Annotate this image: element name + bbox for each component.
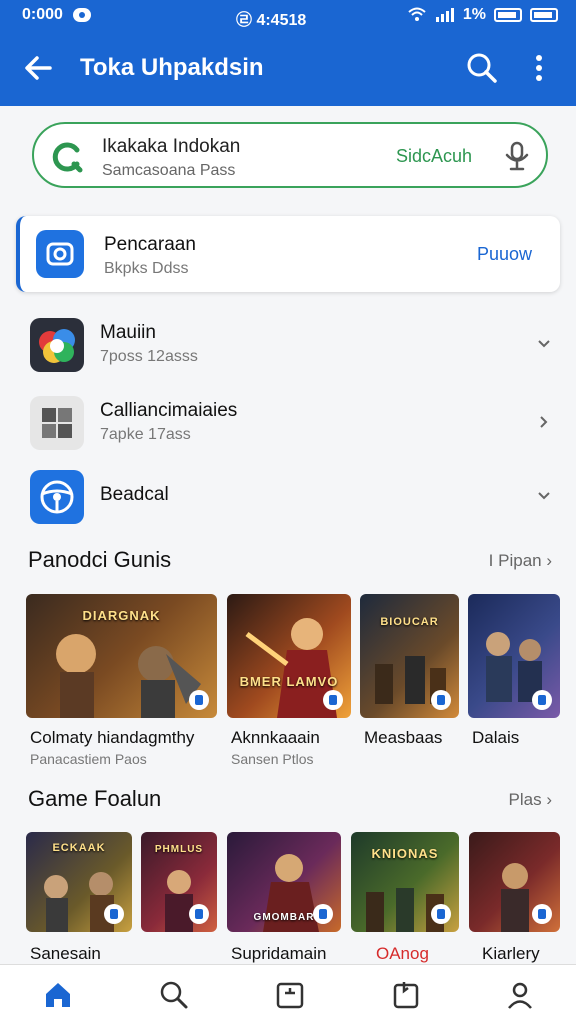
library-icon[interactable]: [274, 979, 306, 1011]
list-item-title: Calliancimaiaies: [100, 400, 238, 421]
page-title: Toka Uhpakdsin: [80, 54, 264, 81]
game-tile[interactable]: BIOUCAR: [360, 594, 459, 718]
section-title: Panodci Gunis: [28, 547, 172, 572]
game-tile[interactable]: ECKAAK: [26, 832, 132, 932]
game-tile-caption: BMER LAMVO: [239, 674, 339, 689]
list-item[interactable]: Mauiin 7poss 12asss: [0, 310, 576, 380]
wifi-icon: [408, 7, 426, 21]
section-more-link[interactable]: I Pipan ›: [489, 551, 552, 571]
battery-percent: 1%: [462, 6, 486, 23]
featured-title: Pencaraan: [104, 234, 196, 255]
game-tile-caption: DIARGNAK: [82, 608, 161, 623]
search-g-icon: [52, 142, 83, 173]
status-center: ㉣ 4:4518: [236, 12, 307, 29]
list-item[interactable]: Calliancimaiaies 7apke 17ass: [0, 388, 576, 458]
game-name: Dalais: [472, 728, 520, 747]
game-tile[interactable]: [469, 832, 560, 932]
battery-icon: [494, 8, 522, 22]
game-tile[interactable]: GMOMBAR: [227, 832, 341, 932]
game-tile[interactable]: KNIONAS: [351, 832, 459, 932]
game-subtitle: Sansen Ptlos: [231, 751, 314, 767]
updates-icon[interactable]: [390, 979, 422, 1011]
game-tile-caption: KNIONAS: [371, 846, 439, 861]
colorful-app-icon: [30, 318, 84, 372]
play-badge-icon: [104, 904, 124, 924]
signal-icon: [435, 8, 454, 22]
game-name: Sanesain: [30, 944, 101, 963]
featured-subtitle: Bkpks Ddss: [104, 260, 189, 277]
profile-icon[interactable]: [504, 979, 536, 1011]
search-title: Ikakaka Indokan: [102, 136, 241, 157]
game-tile[interactable]: PHMLUS: [141, 832, 217, 932]
play-badge-icon: [323, 690, 343, 710]
game-subtitle: Panacastiem Paos: [30, 751, 147, 767]
play-badge-icon: [189, 690, 209, 710]
bottom-nav: [0, 964, 576, 1024]
list-item-subtitle: 7poss 12asss: [100, 348, 198, 365]
app-bar: Toka Uhpakdsin: [0, 30, 576, 106]
featured-action-button[interactable]: Puuow: [477, 244, 532, 265]
game-name: Measbaas: [364, 728, 443, 747]
arrow-left-icon[interactable]: [20, 50, 56, 86]
play-badge-icon: [532, 690, 552, 710]
game-name: Kiarlery: [482, 944, 540, 963]
list-item-subtitle: 7apke 17ass: [100, 426, 191, 443]
search-box[interactable]: Ikakaka Indokan Samcasoana Pass SidcAcuh: [32, 122, 548, 188]
featured-card[interactable]: Pencaraan Bkpks Ddss Puuow: [16, 216, 560, 292]
steering-wheel-icon: [30, 470, 84, 524]
game-name: Aknnkaaain: [231, 728, 320, 747]
section-title: Game Foalun: [28, 786, 162, 811]
puzzle-app-icon: [30, 396, 84, 450]
list-item-title: Mauiin: [100, 322, 156, 343]
status-time: 0:000: [22, 6, 63, 23]
section-more-label: I Pipan: [488, 551, 542, 570]
game-tile[interactable]: DIARGNAK: [26, 594, 217, 718]
search-action[interactable]: SidcAcuh: [396, 146, 472, 167]
game-name: OAnog: [376, 944, 429, 963]
section-more-label: Plas: [508, 790, 542, 809]
game-name: Supridamain: [231, 944, 327, 963]
camera-app-icon: [36, 230, 84, 278]
list-item[interactable]: Beadcal: [0, 462, 576, 532]
game-tile[interactable]: [468, 594, 560, 718]
play-badge-icon: [431, 904, 451, 924]
status-bar: 0:000 ㉣ 4:4518 1%: [0, 0, 576, 30]
chevron-right-icon: [540, 416, 548, 428]
section-more-link[interactable]: Plas ›: [509, 790, 552, 810]
chevron-down-icon: [538, 340, 550, 348]
search-subtitle: Samcasoana Pass: [102, 162, 236, 179]
chevron-down-icon: [538, 492, 550, 500]
list-item-title: Beadcal: [100, 484, 169, 505]
play-badge-icon: [189, 904, 209, 924]
game-tile-caption: PHMLUS: [154, 844, 204, 855]
battery-secondary-icon: [530, 8, 558, 22]
game-name: Colmaty hiandagmthy: [30, 728, 195, 747]
search-icon[interactable]: [464, 50, 500, 86]
notification-icon: [72, 8, 91, 22]
more-vert-icon[interactable]: [524, 50, 554, 86]
play-badge-icon: [431, 690, 451, 710]
game-tile-caption: ECKAAK: [52, 842, 106, 854]
game-tile[interactable]: BMER LAMVO: [227, 594, 351, 718]
game-tile-caption: BIOUCAR: [380, 616, 439, 628]
search-icon[interactable]: [158, 979, 190, 1011]
play-badge-icon: [313, 904, 333, 924]
home-icon[interactable]: [42, 979, 74, 1011]
play-badge-icon: [532, 904, 552, 924]
mic-icon[interactable]: [502, 140, 532, 172]
